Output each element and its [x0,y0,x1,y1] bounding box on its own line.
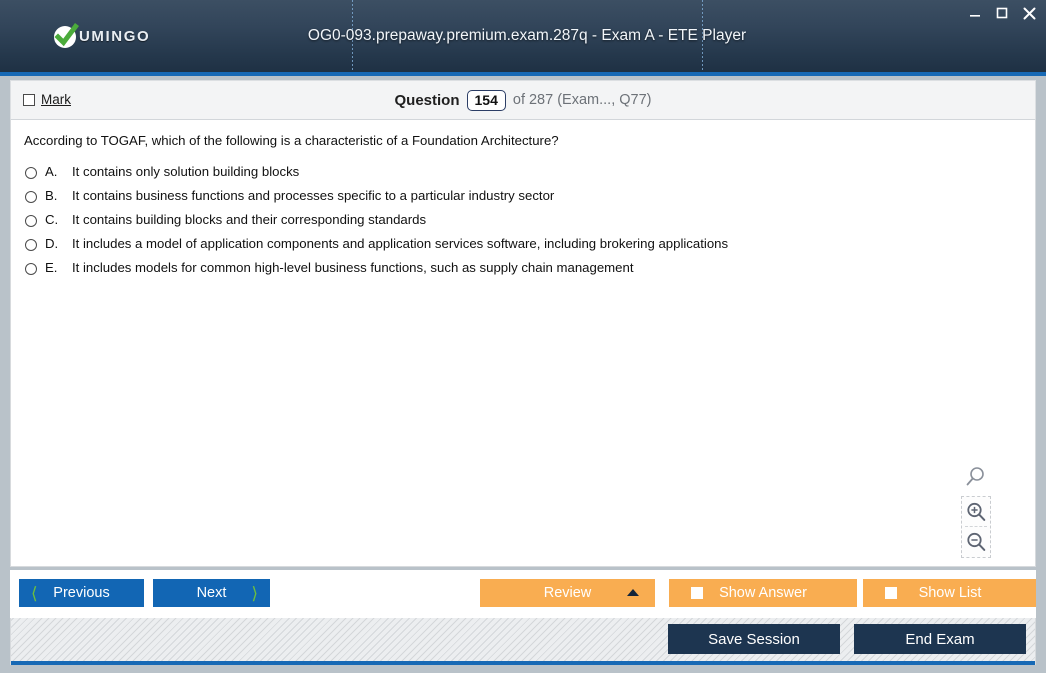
window-frame-left [0,76,10,673]
radio-icon[interactable] [25,167,37,179]
question-indicator: Question 154 of 287 (Exam..., Q77) [11,81,1035,119]
option-text: It contains building blocks and their co… [72,212,427,227]
window-controls [968,6,1036,20]
radio-icon[interactable] [25,263,37,275]
zoom-controls-panel [961,496,991,558]
previous-button[interactable]: ⟨ Previous [19,579,144,607]
window-frame-right [1036,76,1046,673]
maximize-icon[interactable] [995,6,1009,20]
radio-icon[interactable] [25,239,37,251]
show-answer-button-label: Show Answer [719,585,807,601]
logo-text: UMINGO [79,27,151,45]
chevron-right-icon: ⟩ [251,583,258,603]
bottom-hatch-strip: Save Session End Exam [10,618,1036,665]
green-check-circle-icon [52,22,80,50]
option-text: It contains business functions and proce… [72,188,555,203]
minimize-icon[interactable] [968,6,982,20]
option-letter: D. [45,236,59,251]
radio-icon[interactable] [25,191,37,203]
option-letter: A. [45,164,58,179]
close-icon[interactable] [1022,6,1036,20]
end-exam-button[interactable]: End Exam [854,624,1026,654]
review-button-label: Review [543,585,592,601]
ete-player-window: UMINGO OG0-093.prepaway.premium.exam.287… [0,0,1046,673]
question-number-input[interactable]: 154 [466,89,506,111]
answer-option-e[interactable]: E. It includes models for common high-le… [25,260,1005,284]
square-icon [885,587,897,599]
show-list-button-label: Show List [918,585,982,601]
magnifier-icon[interactable] [965,466,987,488]
chevron-up-icon [627,589,639,596]
answer-options-list: A. It contains only solution building bl… [25,164,1005,284]
question-content-area: According to TOGAF, which of the followi… [10,120,1036,567]
zoom-out-icon[interactable] [965,531,987,553]
save-session-button-label: Save Session [708,630,800,648]
chevron-left-icon: ⟨ [31,583,38,603]
end-exam-button-label: End Exam [905,630,975,648]
zoom-panel-divider [965,526,987,528]
vumingo-logo: UMINGO [52,22,150,50]
next-button-label: Next [196,585,227,601]
previous-button-label: Previous [53,585,110,601]
option-text: It includes models for common high-level… [72,260,634,275]
question-header-bar: Mark Question 154 of 287 (Exam..., Q77) [10,80,1036,120]
option-letter: E. [45,260,58,275]
zoom-in-icon[interactable] [965,501,987,523]
answer-option-d[interactable]: D. It includes a model of application co… [25,236,1005,260]
show-list-button[interactable]: Show List [863,579,1037,607]
answer-option-a[interactable]: A. It contains only solution building bl… [25,164,1005,188]
question-total-label: of 287 (Exam..., Q77) [512,92,652,108]
option-letter: C. [45,212,59,227]
answer-option-c[interactable]: C. It contains building blocks and their… [25,212,1005,236]
title-bar: UMINGO OG0-093.prepaway.premium.exam.287… [0,0,1046,76]
question-text: According to TOGAF, which of the followi… [24,133,559,148]
show-answer-button[interactable]: Show Answer [669,579,857,607]
radio-icon[interactable] [25,215,37,227]
window-frame-bottom [0,665,1046,673]
option-text: It includes a model of application compo… [72,236,729,251]
review-button[interactable]: Review [480,579,655,607]
option-letter: B. [45,188,58,203]
answer-option-b[interactable]: B. It contains business functions and pr… [25,188,1005,212]
question-word-label: Question [394,91,460,109]
window-title: OG0-093.prepaway.premium.exam.287q - Exa… [307,27,747,44]
square-icon [691,587,703,599]
save-session-button[interactable]: Save Session [668,624,840,654]
footer-button-bar: ⟨ Previous Next ⟩ Review Show Answer Sho… [10,570,1037,618]
next-button[interactable]: Next ⟩ [153,579,270,607]
option-text: It contains only solution building block… [72,164,300,179]
